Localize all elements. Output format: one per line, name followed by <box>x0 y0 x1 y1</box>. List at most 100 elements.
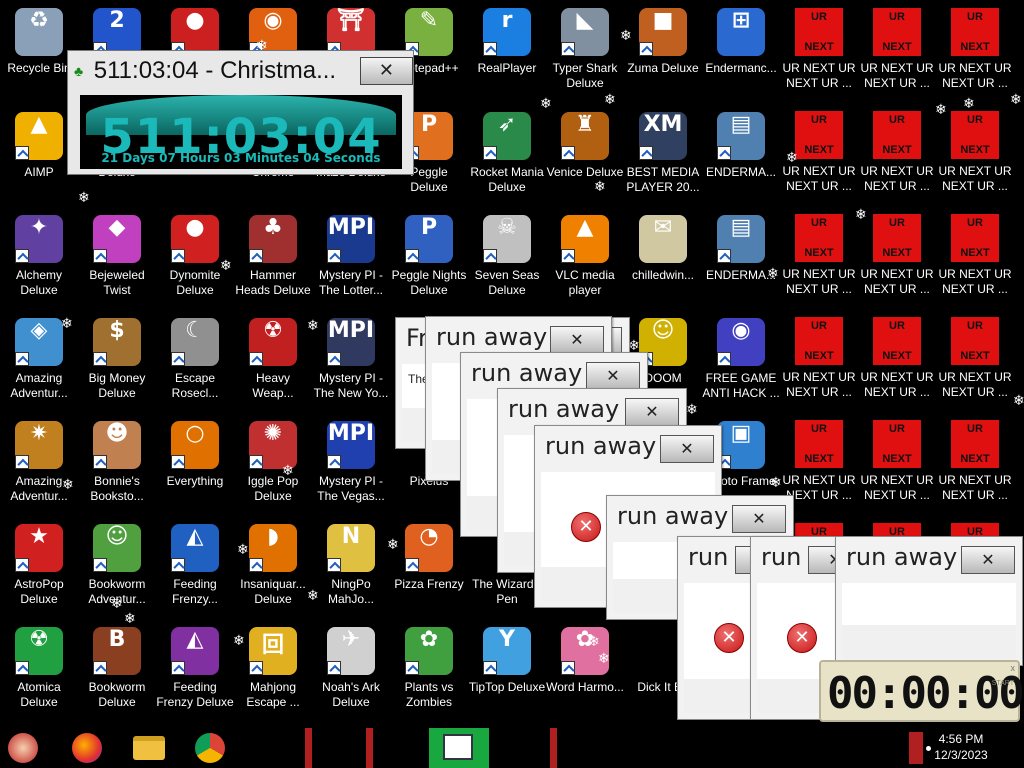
desktop-icon[interactable]: ▤ ENDERMA... <box>702 108 780 208</box>
skull-icon: ☠ <box>483 215 531 263</box>
ur-next-icon[interactable]: UR NEXT UR NEXT UR NEXT UR ... <box>936 416 1014 516</box>
dialog-close-button[interactable]: ✕ <box>660 435 714 463</box>
dialog-close-button[interactable]: ✕ <box>961 546 1015 574</box>
desktop-icon[interactable]: MPI Mystery PI - The Vegas... <box>312 417 390 517</box>
desktop-icon[interactable]: ☾ Escape Rosecl... <box>156 314 234 414</box>
desktop-icon[interactable]: ○ Everything <box>156 417 234 517</box>
desktop-icon[interactable]: 回 Mahjong Escape ... <box>234 623 312 723</box>
ur-bottom-text: NEXT <box>882 350 912 362</box>
taskbar-chrome[interactable] <box>191 730 229 766</box>
ur-next-icon[interactable]: UR NEXT UR NEXT UR NEXT UR ... <box>780 210 858 310</box>
taskbar-file-explorer[interactable] <box>130 730 168 766</box>
desktop-icon[interactable]: XM BEST MEDIA PLAYER 20... <box>624 108 702 208</box>
desktop-icon[interactable]: ★ AstroPop Deluxe <box>0 520 78 620</box>
desktop-icon[interactable]: ▤ ENDERMA... <box>702 211 780 311</box>
desktop-icon-label: Mystery PI - The New Yo... <box>313 371 389 400</box>
desktop-icon[interactable]: ◆ Bejeweled Twist <box>78 211 156 311</box>
shortcut-arrow-icon <box>249 661 263 675</box>
desktop-icon[interactable]: ♣ Hammer Heads Deluxe <box>234 211 312 311</box>
desktop-icon[interactable]: ✷ Amazing Adventur... <box>0 417 78 517</box>
desktop-icon[interactable]: ✺ Iggle Pop Deluxe <box>234 417 312 517</box>
desktop-icon[interactable]: ◔ Pizza Frenzy <box>390 520 468 620</box>
desktop-icon[interactable]: ☢ Atomica Deluxe <box>0 623 78 723</box>
ur-next-icon[interactable]: UR NEXT UR NEXT UR NEXT UR ... <box>936 210 1014 310</box>
desktop-icon[interactable]: ◗ Insaniquar... Deluxe <box>234 520 312 620</box>
countdown-window[interactable]: ♣ 511:03:04 - Christma... ✕ 511:03:04 21… <box>67 50 414 175</box>
start-button[interactable] <box>4 730 42 766</box>
dialog-close-button[interactable]: ✕ <box>586 362 640 390</box>
desktop-icon[interactable]: r RealPlayer <box>468 4 546 104</box>
ur-next-icon[interactable]: UR NEXT UR NEXT UR NEXT UR ... <box>936 4 1014 104</box>
taskbar-app-3[interactable] <box>550 728 557 768</box>
desktop-icon[interactable]: ➶ Rocket Mania Deluxe <box>468 108 546 208</box>
countdown-display: 511:03:04 21 Days 07 Hours 03 Minutes 04… <box>80 95 402 169</box>
taskbar-firefox[interactable] <box>68 730 106 766</box>
desktop-icon[interactable]: ☻ Bonnie's Booksto... <box>78 417 156 517</box>
desktop-icon[interactable]: P Peggle Nights Deluxe <box>390 211 468 311</box>
taskbar-app-1[interactable] <box>305 728 312 768</box>
vlc-icon: ▲ <box>561 215 609 263</box>
ur-next-icon[interactable]: UR NEXT UR NEXT UR NEXT UR ... <box>858 210 936 310</box>
astropop-icon: ★ <box>15 524 63 572</box>
timer-widget[interactable]: 00:00:00 START x <box>819 660 1024 722</box>
desktop-icon[interactable]: ✿ Plants vs Zombies <box>390 623 468 723</box>
desktop-icon[interactable]: ✦ Alchemy Deluxe <box>0 211 78 311</box>
desktop-icon[interactable]: ◭ Feeding Frenzy Deluxe <box>156 623 234 723</box>
taskbar-clock[interactable]: 4:56 PM 12/3/2023 <box>926 731 996 763</box>
ur-bottom-text: NEXT <box>882 453 912 465</box>
ur-next-icon[interactable]: UR NEXT UR NEXT UR NEXT UR ... <box>780 4 858 104</box>
ur-next-icon[interactable]: UR NEXT UR NEXT UR NEXT UR ... <box>858 416 936 516</box>
countdown-titlebar[interactable]: ♣ 511:03:04 - Christma... ✕ <box>68 51 414 91</box>
desktop-icon[interactable]: ☠ Seven Seas Deluxe <box>468 211 546 311</box>
desktop-icon[interactable]: MPI Mystery PI - The Lotter... <box>312 211 390 311</box>
countdown-title: 511:03:04 - Christma... <box>93 57 337 84</box>
desktop-icon[interactable]: ▲ VLC media player <box>546 211 624 311</box>
desktop-icon[interactable]: ■ Zuma Deluxe <box>624 4 702 104</box>
desktop-icon[interactable]: $ Big Money Deluxe <box>78 314 156 414</box>
desktop-icon[interactable]: ✈ Noah's Ark Deluxe <box>312 623 390 723</box>
tray-red-indicator[interactable] <box>909 732 923 764</box>
snowflake-icon: ❄ <box>598 650 610 666</box>
error-icon: ✕ <box>714 623 744 653</box>
fish-icon: ◭ <box>171 627 219 675</box>
ur-next-image-icon: UR NEXT <box>795 420 843 468</box>
desktop-icon[interactable]: B Bookworm Deluxe <box>78 623 156 723</box>
desktop-icon[interactable]: ◉ FREE GAME ANTI HACK ... <box>702 314 780 414</box>
shortcut-arrow-icon <box>561 249 575 263</box>
desktop-icon[interactable]: ☢ Heavy Weap... <box>234 314 312 414</box>
dialog-close-button[interactable]: ✕ <box>625 398 679 426</box>
shortcut-arrow-icon <box>405 249 419 263</box>
snowflake-icon: ❄ <box>61 315 73 331</box>
desktop-icon[interactable]: ◣ Typer Shark Deluxe <box>546 4 624 104</box>
timer-start-label[interactable]: START <box>992 680 1014 687</box>
countdown-close-button[interactable]: ✕ <box>359 57 414 85</box>
desktop-icon[interactable]: ✉ chilledwin... <box>624 211 702 311</box>
taskbar-app-2[interactable] <box>366 728 373 768</box>
desktop-icon-label: Rocket Mania Deluxe <box>470 165 544 194</box>
taskbar-active-app[interactable] <box>429 728 489 768</box>
desktop-icon[interactable]: ⊞ Endermanc... <box>702 4 780 104</box>
ur-next-icon[interactable]: UR NEXT UR NEXT UR NEXT UR ... <box>936 107 1014 207</box>
shortcut-arrow-icon <box>249 352 263 366</box>
zuma-icon: ■ <box>639 8 687 56</box>
dialog-close-button[interactable]: ✕ <box>550 326 604 354</box>
venice-icon: ♜ <box>561 112 609 160</box>
desktop-icon[interactable]: ♜ Venice Deluxe <box>546 108 624 208</box>
envelope-icon: ✉ <box>639 215 687 263</box>
ur-next-icon[interactable]: UR NEXT UR NEXT UR NEXT UR ... <box>780 313 858 413</box>
aimp-icon: ▲ <box>15 112 63 160</box>
ur-next-icon[interactable]: UR NEXT UR NEXT UR NEXT UR ... <box>858 107 936 207</box>
desktop-icon[interactable]: MPI Mystery PI - The New Yo... <box>312 314 390 414</box>
ur-next-icon[interactable]: UR NEXT UR NEXT UR NEXT UR ... <box>858 4 936 104</box>
desktop-icon[interactable]: N NingPo MahJo... <box>312 520 390 620</box>
desktop-icon[interactable]: ◭ Feeding Frenzy... <box>156 520 234 620</box>
desktop-icon[interactable]: Y TipTop Deluxe <box>468 623 546 723</box>
ur-next-icon[interactable]: UR NEXT UR NEXT UR NEXT UR ... <box>858 313 936 413</box>
ur-next-label: UR NEXT UR NEXT UR ... <box>938 473 1012 502</box>
run-away-dialog[interactable]: run away ✕ <box>835 536 1023 666</box>
timer-close-button[interactable]: x <box>1011 663 1016 673</box>
desktop-icon[interactable]: ✿ Word Harmo... <box>546 623 624 723</box>
dialog-close-button[interactable]: ✕ <box>732 505 786 533</box>
shortcut-arrow-icon <box>249 455 263 469</box>
ur-next-icon[interactable]: UR NEXT UR NEXT UR NEXT UR ... <box>936 313 1014 413</box>
